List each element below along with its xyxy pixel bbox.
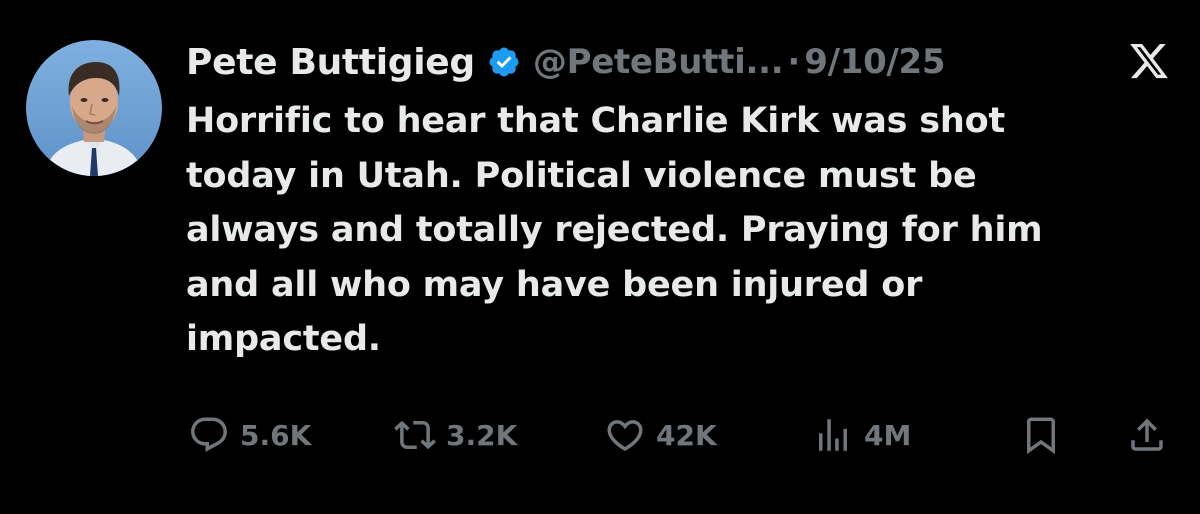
share-icon <box>1131 418 1163 451</box>
repost-icon <box>394 420 436 450</box>
reply-button[interactable]: 5.6K <box>188 410 311 460</box>
bookmark-icon <box>1027 417 1055 455</box>
verified-badge-icon <box>489 47 519 77</box>
author-display-name[interactable]: Pete Buttigieg <box>186 42 475 83</box>
author-handle[interactable]: @PeteButti... <box>533 42 784 82</box>
avatar[interactable] <box>26 40 162 176</box>
header-separator: · <box>787 42 801 82</box>
heart-icon <box>607 420 643 452</box>
repost-count: 3.2K <box>446 418 518 452</box>
tweet-text-line: always and totally rejected. Praying for… <box>186 210 1043 250</box>
x-logo-icon <box>1130 43 1168 79</box>
views-button[interactable]: 4M <box>812 410 911 460</box>
like-count: 42K <box>656 418 717 452</box>
avatar-photo <box>26 40 162 176</box>
repost-button[interactable]: 3.2K <box>394 410 517 460</box>
tweet-header: Pete Buttigieg @PeteButti... · 9/10/25 <box>186 34 1176 90</box>
tweet-actions-bar: 5.6K 3.2K 42K 4M <box>186 410 1176 460</box>
reply-icon <box>191 417 227 452</box>
like-button[interactable]: 42K <box>604 410 717 460</box>
views-count: 4M <box>864 418 912 452</box>
tweet-text-line: Horrific to hear that Charlie Kirk was s… <box>186 101 1006 141</box>
share-button[interactable] <box>1126 410 1168 460</box>
tweet-text-line: impacted. <box>186 319 381 359</box>
bookmark-button[interactable] <box>1020 410 1062 460</box>
tweet-date[interactable]: 9/10/25 <box>804 42 945 82</box>
reply-count: 5.6K <box>240 418 312 452</box>
tweet-text: Horrific to hear that Charlie Kirk was s… <box>186 94 1176 367</box>
tweet-text-line: and all who may have been injured or <box>186 264 923 305</box>
tweet-text-line: today in Utah. Political violence must b… <box>186 155 977 196</box>
views-icon <box>819 419 847 451</box>
